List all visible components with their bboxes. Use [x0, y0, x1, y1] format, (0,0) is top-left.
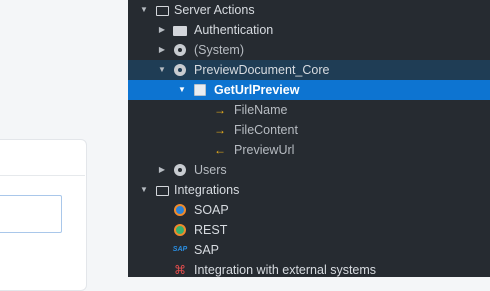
tree-item-previewdocument-core[interactable]: ▼ PreviewDocument_Core [128, 60, 490, 80]
external-systems-icon: ⌘ [174, 263, 186, 277]
tree-item-label: SAP [194, 243, 220, 257]
tree-item-authentication[interactable]: ▶ Authentication [128, 20, 490, 40]
input-parameter-icon: → [214, 103, 226, 117]
tree-item-label: PreviewDocument_Core [194, 63, 330, 77]
canvas-area [0, 0, 128, 291]
tree-item-external-systems[interactable]: ⌘ Integration with external systems [128, 260, 490, 280]
tree-item-users[interactable]: ▶ Users [128, 160, 490, 180]
tree-item-label: FileContent [234, 123, 298, 137]
tree-item-filename[interactable]: → FileName [128, 100, 490, 120]
folder-open-icon [154, 180, 170, 200]
tree-item-integrations[interactable]: ▼ Integrations [128, 180, 490, 200]
tree-item-label: SOAP [194, 203, 229, 217]
tree-item-label: (System) [194, 43, 244, 57]
tree-item-label: GetUrlPreview [214, 83, 300, 97]
module-icon [172, 60, 188, 80]
soap-icon [172, 200, 188, 220]
output-parameter-icon: ← [214, 143, 226, 157]
tree-item-label: Integration with external systems [194, 263, 377, 277]
tree-item-previewurl[interactable]: ← PreviewUrl [128, 140, 490, 160]
tree-item-label: FileName [234, 103, 288, 117]
tree-item-rest[interactable]: REST [128, 220, 490, 240]
expand-arrow-icon[interactable]: ▼ [176, 80, 188, 100]
sap-icon: SAP [172, 246, 188, 253]
tree-item-label: Authentication [194, 23, 274, 37]
tree-item-label: REST [194, 223, 228, 237]
tree-item-system[interactable]: ▶ (System) [128, 40, 490, 60]
elements-tree: ▼ Server Actions ▶ Authentication ▶ (Sys… [128, 0, 490, 277]
tree-item-label: Users [194, 163, 227, 177]
input-parameter-icon: → [214, 123, 226, 137]
expand-arrow-icon[interactable]: ▶ [156, 40, 168, 60]
folder-open-icon [154, 0, 170, 20]
tree-item-server-actions[interactable]: ▼ Server Actions [128, 0, 490, 20]
card-input-field[interactable] [0, 195, 62, 233]
expand-arrow-icon[interactable]: ▼ [138, 0, 150, 20]
expand-arrow-icon[interactable]: ▶ [156, 160, 168, 180]
tree-item-filecontent[interactable]: → FileContent [128, 120, 490, 140]
tree-item-geturlpreview[interactable]: ▼ GetUrlPreview [128, 80, 490, 100]
tree-item-soap[interactable]: SOAP [128, 200, 490, 220]
card-divider [0, 175, 85, 176]
module-icon [172, 160, 188, 180]
tree-item-label: Server Actions [174, 3, 255, 17]
server-action-icon [192, 80, 208, 100]
expand-arrow-icon[interactable]: ▶ [156, 20, 168, 40]
expand-arrow-icon[interactable]: ▼ [138, 180, 150, 200]
rest-icon [172, 220, 188, 240]
tree-item-label: PreviewUrl [234, 143, 295, 157]
module-icon [172, 40, 188, 60]
expand-arrow-icon[interactable]: ▼ [156, 60, 168, 80]
tree-item-label: Integrations [174, 183, 240, 197]
tree-item-sap[interactable]: SAP SAP [128, 240, 490, 260]
folder-icon [172, 20, 188, 40]
